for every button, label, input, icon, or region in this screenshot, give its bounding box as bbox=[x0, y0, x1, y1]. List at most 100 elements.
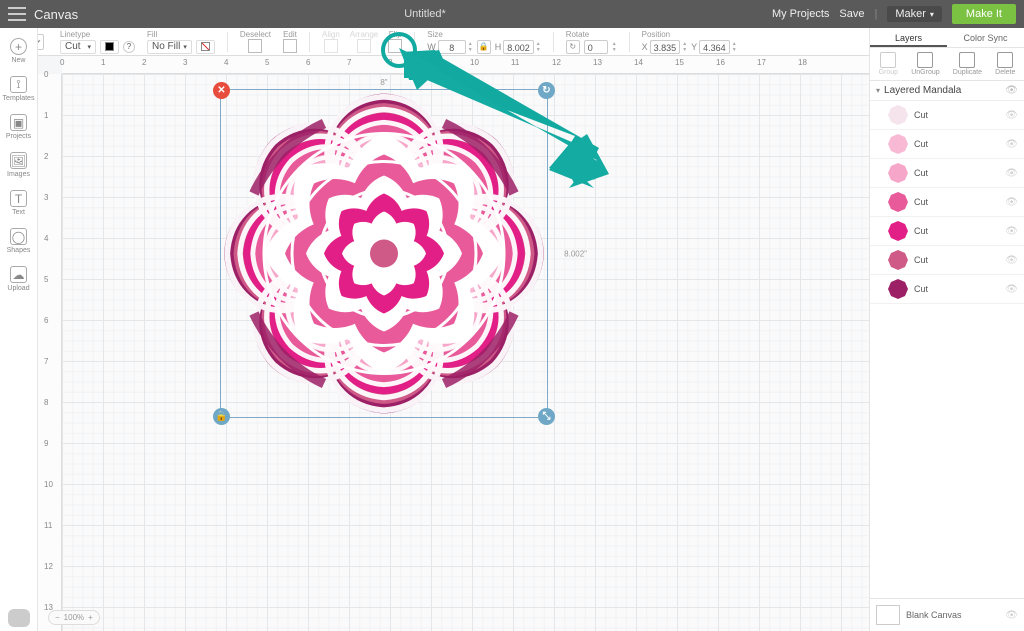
blank-canvas-label: Blank Canvas bbox=[906, 610, 962, 620]
group-button[interactable]: Group bbox=[879, 52, 898, 76]
layer-thumb bbox=[888, 279, 908, 299]
deselect-button[interactable] bbox=[248, 39, 262, 53]
visibility-icon[interactable] bbox=[1005, 139, 1018, 150]
visibility-icon[interactable] bbox=[1005, 85, 1018, 96]
zoom-control[interactable]: − 100% + bbox=[48, 610, 100, 625]
ungroup-button[interactable]: UnGroup bbox=[911, 52, 939, 76]
text-icon: T bbox=[10, 190, 27, 207]
ruler-tick: 1 bbox=[101, 58, 105, 67]
ruler-tick: 10 bbox=[44, 480, 53, 489]
fill-select[interactable]: No Fill▾ bbox=[147, 40, 192, 54]
feedback-bubble-icon[interactable] bbox=[8, 609, 30, 627]
ruler-tick: 8 bbox=[44, 398, 48, 407]
layer-row[interactable]: Cut bbox=[870, 188, 1024, 217]
layer-op: Cut bbox=[914, 197, 928, 207]
zoom-in-button[interactable]: + bbox=[88, 613, 93, 622]
linetype-select[interactable]: Cut▾ bbox=[60, 40, 96, 54]
ruler-tick: 18 bbox=[798, 58, 807, 67]
blank-canvas-row[interactable]: Blank Canvas bbox=[870, 598, 1024, 631]
layer-row[interactable]: Cut bbox=[870, 246, 1024, 275]
chevron-down-icon: ▾ bbox=[930, 10, 934, 19]
ruler-tick: 13 bbox=[593, 58, 602, 67]
right-panel: Layers Color Sync Group UnGroup Duplicat… bbox=[869, 28, 1024, 631]
layer-op: Cut bbox=[914, 168, 928, 178]
visibility-icon[interactable] bbox=[1005, 255, 1018, 266]
arrange-button[interactable] bbox=[357, 39, 371, 53]
leftbar-item-upload[interactable]: ☁Upload bbox=[0, 260, 38, 296]
ruler-tick: 1 bbox=[44, 111, 48, 120]
visibility-icon[interactable] bbox=[1005, 226, 1018, 237]
hide-canvas-icon[interactable] bbox=[1005, 610, 1018, 621]
rotate-input[interactable]: 0 bbox=[584, 40, 608, 54]
fill-color[interactable] bbox=[196, 40, 215, 54]
layer-op: Cut bbox=[914, 284, 928, 294]
ruler-vertical: 012345678910111213 bbox=[38, 74, 62, 631]
mandala-artwork[interactable] bbox=[220, 89, 548, 418]
zoom-out-button[interactable]: − bbox=[55, 613, 60, 622]
my-projects-link[interactable]: My Projects bbox=[772, 8, 829, 20]
layer-group-header[interactable]: ▾ Layered Mandala bbox=[870, 81, 1024, 101]
leftbar-item-projects[interactable]: ▣Projects bbox=[0, 108, 38, 144]
visibility-icon[interactable] bbox=[1005, 110, 1018, 121]
annotation-circle bbox=[381, 32, 417, 68]
layer-thumb bbox=[888, 105, 908, 125]
leftbar-item-templates[interactable]: ⟟Templates bbox=[0, 70, 38, 106]
canvas-grid[interactable]: 8" 8.002" ✕ ↻ 🔒 ⤡ bbox=[62, 74, 869, 631]
tab-layers[interactable]: Layers bbox=[870, 28, 947, 47]
linetype-group: Linetype Cut▾ ? bbox=[60, 30, 135, 54]
layer-op: Cut bbox=[914, 139, 928, 149]
tab-colorsync[interactable]: Color Sync bbox=[947, 28, 1024, 47]
ruler-tick: 12 bbox=[44, 562, 53, 571]
ruler-tick: 3 bbox=[44, 193, 48, 202]
ruler-tick: 14 bbox=[634, 58, 643, 67]
size-label: Size bbox=[427, 30, 443, 39]
ruler-tick: 11 bbox=[44, 521, 52, 530]
layer-row[interactable]: Cut bbox=[870, 275, 1024, 304]
layer-row[interactable]: Cut bbox=[870, 130, 1024, 159]
visibility-icon[interactable] bbox=[1005, 197, 1018, 208]
ruler-tick: 7 bbox=[44, 357, 48, 366]
layer-row[interactable]: Cut bbox=[870, 101, 1024, 130]
y-input[interactable]: 4.364 bbox=[699, 40, 730, 54]
zoom-value: 100% bbox=[64, 613, 84, 622]
lock-aspect-icon[interactable]: 🔒 bbox=[477, 40, 491, 54]
shapes-icon: ◯ bbox=[10, 228, 27, 245]
duplicate-button[interactable]: Duplicate bbox=[953, 52, 982, 76]
selection-width-label: 8" bbox=[380, 78, 387, 87]
top-bar: Canvas Untitled* My Projects Save | Make… bbox=[0, 0, 1024, 28]
ruler-tick: 6 bbox=[44, 316, 48, 325]
width-input[interactable]: 8 bbox=[438, 40, 466, 54]
height-input[interactable]: 8.002 bbox=[503, 40, 534, 54]
delete-button[interactable]: Delete bbox=[995, 52, 1015, 76]
ruler-tick: 5 bbox=[44, 275, 48, 284]
layer-row[interactable]: Cut bbox=[870, 159, 1024, 188]
layer-thumb bbox=[888, 250, 908, 270]
ruler-tick: 5 bbox=[265, 58, 269, 67]
visibility-icon[interactable] bbox=[1005, 168, 1018, 179]
align-button[interactable] bbox=[324, 39, 338, 53]
device-selector[interactable]: Maker ▾ bbox=[887, 6, 942, 22]
x-input[interactable]: 3.835 bbox=[650, 40, 681, 54]
save-link[interactable]: Save bbox=[839, 8, 864, 20]
leftbar-item-new[interactable]: +New bbox=[0, 32, 38, 68]
leftbar-item-text[interactable]: TText bbox=[0, 184, 38, 220]
leftbar-item-shapes[interactable]: ◯Shapes bbox=[0, 222, 38, 258]
leftbar-item-images[interactable]: 🖼Images bbox=[0, 146, 38, 182]
question-icon[interactable]: ? bbox=[123, 41, 135, 53]
canvas-area[interactable]: 0123456789101112131415161718 01234567891… bbox=[38, 56, 869, 631]
ruler-tick: 9 bbox=[44, 439, 48, 448]
ruler-tick: 10 bbox=[470, 58, 479, 67]
edit-button[interactable] bbox=[283, 39, 297, 53]
make-it-button[interactable]: Make It bbox=[952, 4, 1016, 24]
layer-row[interactable]: Cut bbox=[870, 217, 1024, 246]
rotate-icon[interactable]: ↻ bbox=[566, 40, 580, 54]
linetype-label: Linetype bbox=[60, 30, 90, 39]
ruler-tick: 7 bbox=[347, 58, 351, 67]
menu-icon[interactable] bbox=[8, 7, 26, 21]
ruler-tick: 2 bbox=[44, 152, 48, 161]
visibility-icon[interactable] bbox=[1005, 284, 1018, 295]
linetype-color[interactable] bbox=[100, 40, 119, 54]
images-icon: 🖼 bbox=[10, 152, 27, 169]
layer-thumb bbox=[888, 192, 908, 212]
ruler-tick: 4 bbox=[224, 58, 228, 67]
